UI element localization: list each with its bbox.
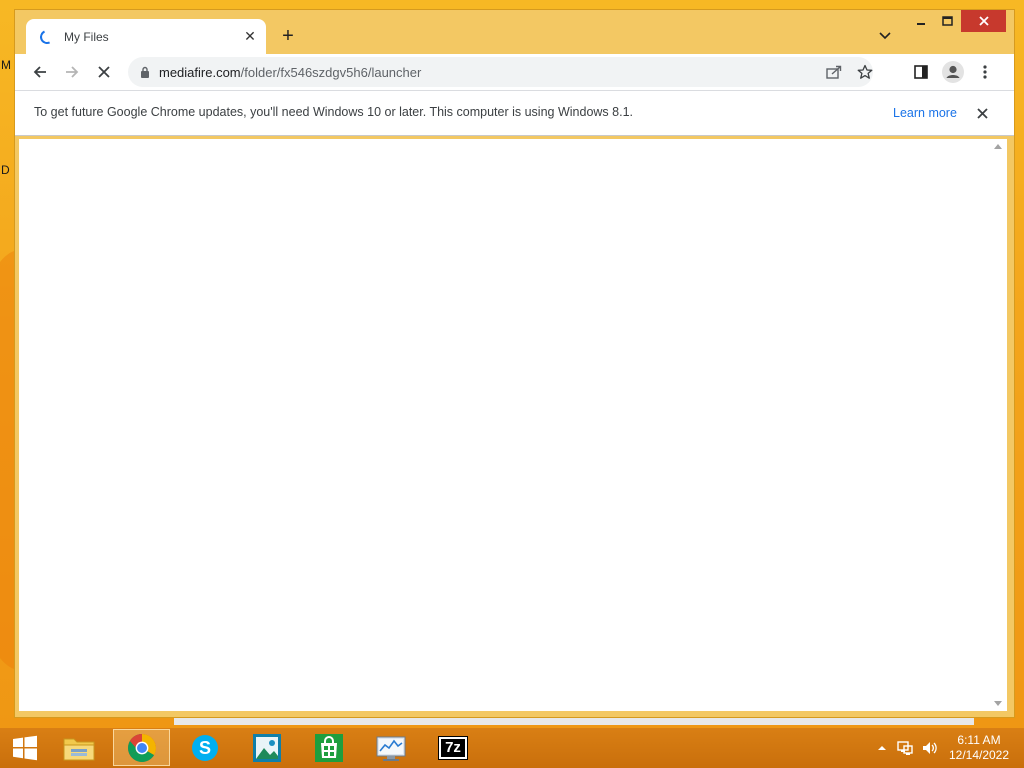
infobar-message: To get future Google Chrome updates, you… — [34, 105, 633, 119]
infobar-close-button[interactable] — [973, 104, 991, 122]
network-status-button[interactable] — [897, 740, 913, 756]
minimize-button[interactable] — [907, 10, 934, 32]
store-icon — [314, 733, 343, 762]
show-hidden-icons-button[interactable] — [874, 740, 890, 756]
star-icon — [857, 64, 873, 79]
forward-button[interactable] — [58, 58, 86, 86]
more-vertical-icon — [983, 65, 987, 79]
learn-more-link[interactable]: Learn more — [893, 106, 957, 120]
update-infobar: To get future Google Chrome updates, you… — [15, 90, 1014, 136]
arrow-left-icon — [33, 66, 46, 78]
address-bar[interactable]: mediafire.com/folder/fx546szdgv5h6/launc… — [128, 57, 873, 87]
url-domain: mediafire.com — [159, 64, 241, 80]
folder-icon — [63, 738, 94, 760]
taskbar-file-explorer[interactable] — [50, 729, 107, 766]
taskbar-performance-monitor[interactable] — [362, 729, 419, 766]
chevron-up-icon — [878, 746, 886, 750]
taskbar-7-zip[interactable]: 7z — [424, 729, 481, 766]
start-button[interactable] — [8, 734, 42, 762]
taskbar: S 7z 6:11 AM 12/14/2022 — [0, 728, 1024, 768]
profile-button[interactable] — [941, 60, 965, 84]
url-path: /folder/fx546szdgv5h6/launcher — [240, 64, 422, 80]
monitor-chart-icon — [376, 736, 405, 761]
volume-button[interactable] — [921, 740, 937, 756]
bookmark-button[interactable] — [855, 62, 875, 82]
avatar-icon — [942, 61, 964, 83]
taskbar-photos[interactable] — [238, 729, 295, 766]
minimize-icon — [916, 23, 925, 25]
maximize-button[interactable] — [934, 10, 961, 32]
close-icon — [978, 16, 989, 26]
tab-my-files[interactable]: My Files ✕ — [26, 19, 266, 54]
chrome-window: My Files ✕ + mediafire.com /folder/fx546… — [14, 9, 1015, 718]
svg-text:S: S — [198, 738, 210, 758]
new-tab-button[interactable]: + — [277, 25, 299, 47]
side-panel-button[interactable] — [911, 62, 931, 82]
loading-spinner-icon — [38, 27, 56, 46]
share-icon — [826, 65, 842, 79]
maximize-icon — [942, 16, 953, 26]
skype-icon: S — [191, 734, 218, 761]
tab-close-button[interactable]: ✕ — [240, 27, 260, 47]
close-icon — [976, 107, 988, 119]
vertical-scrollbar[interactable] — [990, 139, 1007, 711]
taskbar-store[interactable] — [300, 729, 357, 766]
back-button[interactable] — [26, 58, 54, 86]
lock-icon[interactable] — [140, 66, 150, 78]
desktop-icon-label-partial[interactable]: M — [1, 58, 11, 72]
arrow-right-icon — [66, 66, 79, 78]
photos-icon — [252, 733, 281, 762]
tab-search-button[interactable] — [875, 26, 895, 46]
chrome-menu-button[interactable] — [975, 62, 995, 82]
horizontal-scrollbar[interactable] — [174, 718, 974, 725]
taskbar-skype[interactable]: S — [176, 729, 233, 766]
tab-title: My Files — [64, 29, 109, 44]
scroll-up-arrow-icon[interactable] — [994, 144, 1002, 149]
tab-strip[interactable]: My Files ✕ + — [15, 10, 1014, 54]
window-controls — [907, 10, 1006, 32]
stop-loading-button[interactable] — [90, 58, 118, 86]
close-icon — [98, 66, 110, 78]
page-content[interactable] — [19, 139, 1007, 711]
scroll-down-arrow-icon[interactable] — [994, 701, 1002, 706]
clock-date: 12/14/2022 — [948, 748, 1010, 762]
windows-logo-icon — [13, 735, 37, 761]
seven-zip-label: 7z — [445, 739, 461, 756]
close-window-button[interactable] — [961, 10, 1006, 32]
browser-toolbar: mediafire.com/folder/fx546szdgv5h6/launc… — [15, 54, 1014, 90]
side-panel-icon — [914, 65, 928, 79]
taskbar-clock[interactable]: 6:11 AM 12/14/2022 — [946, 733, 1012, 763]
clock-time: 6:11 AM — [957, 733, 1001, 747]
desktop-icon-label-partial[interactable]: D — [1, 163, 10, 177]
chrome-icon — [127, 733, 156, 762]
network-icon — [897, 741, 913, 755]
chevron-down-icon — [879, 32, 891, 40]
taskbar-chrome[interactable] — [113, 729, 170, 766]
speaker-icon — [923, 742, 937, 754]
share-button[interactable] — [824, 62, 844, 82]
